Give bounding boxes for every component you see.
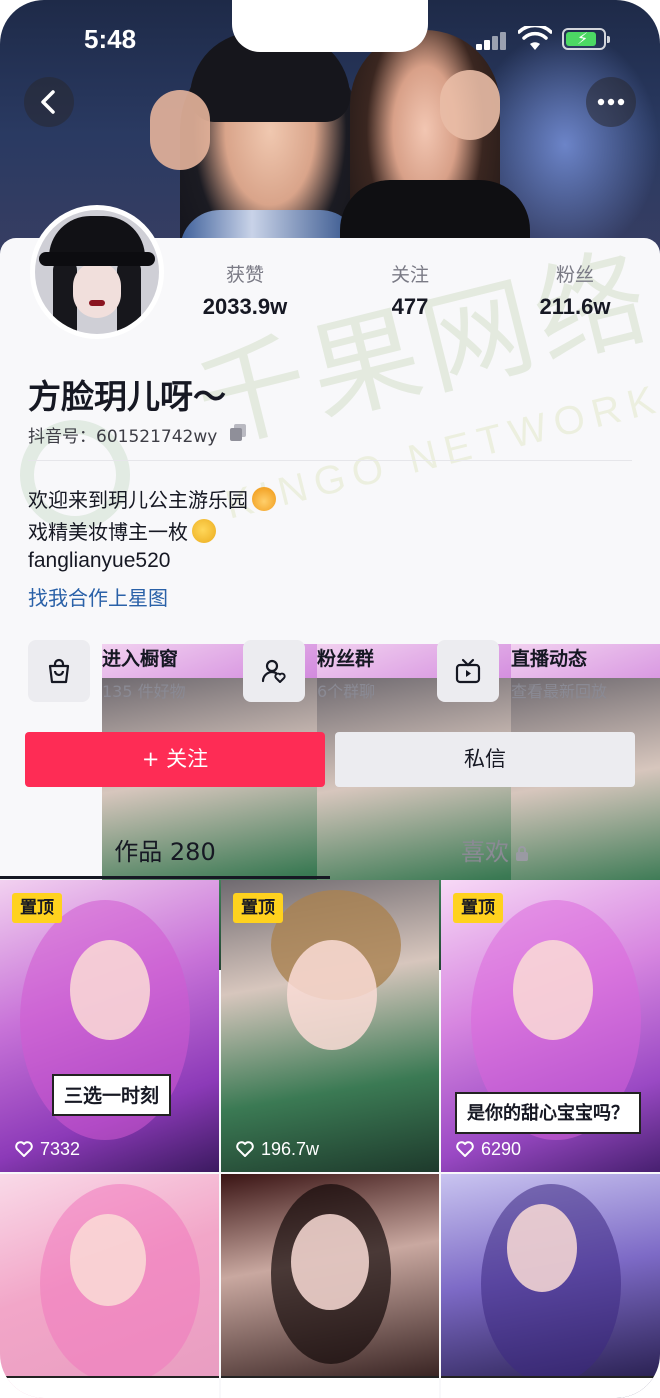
heart-icon: [456, 1141, 474, 1157]
follow-button[interactable]: + 关注: [25, 732, 325, 787]
status-icons: ⚡: [476, 26, 616, 54]
video-caption-strip: [441, 1376, 660, 1398]
pinned-badge: 置顶: [233, 893, 283, 923]
tab-works[interactable]: 作品 280: [0, 832, 330, 870]
more-dots-icon: [597, 98, 625, 106]
video-tile[interactable]: [221, 1174, 439, 1398]
video-tile[interactable]: 置顶 是你的甜心宝宝吗？ 6290: [441, 880, 660, 1172]
heart-icon: [15, 1141, 33, 1157]
shortcut-live[interactable]: 直播动态 查看最新回放: [437, 640, 660, 970]
zany-face-emoji-icon: [192, 519, 216, 543]
avatar[interactable]: [30, 205, 164, 339]
douyin-id: 抖音号：601521742wy: [28, 427, 218, 447]
profile-stats: 获赞 2033.9w 关注 477 粉丝 211.6w: [180, 262, 650, 322]
video-grid: 置顶 三选一时刻 7332 置顶 196.7w 置顶 是你的甜心宝宝吗？ 629…: [0, 880, 660, 1398]
video-likes: 7332: [14, 1139, 80, 1160]
stat-label: 关注: [390, 264, 429, 286]
divider: [28, 460, 632, 461]
video-caption-strip: [221, 1376, 439, 1398]
nickname: 方脸玥儿呀～: [28, 377, 226, 416]
message-button[interactable]: 私信: [335, 732, 635, 787]
pinned-badge: 置顶: [453, 893, 503, 923]
video-tile[interactable]: 置顶 三选一时刻 7332: [0, 880, 219, 1172]
shortcut-showcase[interactable]: 进入橱窗 135 件好物: [28, 640, 321, 970]
video-tile[interactable]: [0, 1174, 219, 1398]
stat-followers[interactable]: 粉丝 211.6w: [510, 262, 640, 320]
stat-value: 477: [391, 294, 429, 319]
tab-likes-label: 喜欢: [461, 838, 509, 866]
device-notch: [232, 0, 428, 52]
shortcut-fan-group[interactable]: 粉丝群 6个群聊: [243, 640, 536, 970]
battery-icon: ⚡: [562, 28, 610, 50]
video-caption: 是你的甜心宝宝吗？: [455, 1092, 641, 1134]
chevron-left-icon: [41, 90, 55, 114]
status-time: 5:48: [84, 24, 137, 54]
tv-icon: [437, 640, 499, 702]
wifi-icon: [518, 26, 552, 50]
more-options-button[interactable]: [586, 77, 636, 127]
stat-likes[interactable]: 获赞 2033.9w: [180, 262, 310, 320]
bio-line: 欢迎来到玥儿公主游乐园: [28, 484, 276, 513]
princess-emoji-icon: [252, 487, 276, 511]
video-tile[interactable]: [441, 1174, 660, 1398]
video-caption-strip: [0, 1376, 219, 1398]
bio-line: 戏精美妆博主一枚: [28, 516, 216, 545]
tab-indicator: [0, 876, 330, 879]
video-likes: 6290: [455, 1139, 521, 1160]
stat-label: 粉丝: [555, 264, 594, 286]
back-button[interactable]: [24, 77, 74, 127]
stat-following[interactable]: 关注 477: [345, 262, 475, 320]
tab-likes[interactable]: 喜欢: [330, 832, 660, 870]
video-tile[interactable]: 置顶 196.7w: [221, 880, 439, 1172]
stat-label: 获赞: [225, 264, 264, 286]
shopping-bag-icon: [28, 640, 90, 702]
star-map-link[interactable]: 找我合作上星图: [28, 582, 168, 611]
heart-icon: [236, 1141, 254, 1157]
lock-icon: [516, 846, 528, 861]
copy-icon[interactable]: [228, 422, 248, 442]
pinned-badge: 置顶: [12, 893, 62, 923]
video-caption: 三选一时刻: [52, 1074, 172, 1116]
signal-icon: [476, 30, 508, 50]
profile-screen: 5:48 ⚡ 千果网络: [0, 0, 660, 1398]
stat-value: 211.6w: [539, 294, 611, 319]
video-likes: 196.7w: [235, 1139, 319, 1160]
stat-value: 2033.9w: [202, 294, 288, 319]
bio-line: fanglianyue520: [28, 549, 171, 572]
fan-group-icon: [243, 640, 305, 702]
